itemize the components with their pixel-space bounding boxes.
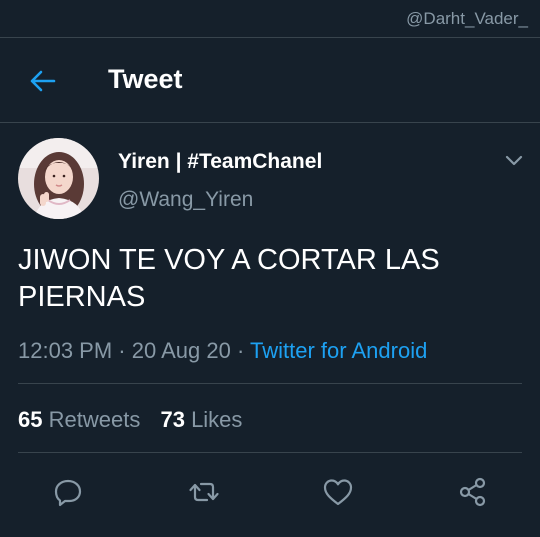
tweet-stats: 65 Retweets 73 Likes — [18, 407, 242, 433]
tweet-meta: 12:03 PM · 20 Aug 20 · Twitter for Andro… — [18, 338, 427, 364]
share-icon — [459, 477, 486, 507]
likes-count: 73 — [160, 407, 185, 432]
reply-button[interactable] — [50, 474, 86, 510]
reply-icon — [54, 479, 82, 507]
divider — [18, 452, 522, 453]
more-options-button[interactable] — [500, 150, 528, 172]
watermark-bar: @Darht_Vader_ — [0, 0, 540, 38]
retweets-count: 65 — [18, 407, 43, 432]
chevron-down-icon — [505, 155, 523, 166]
like-button[interactable] — [320, 474, 356, 510]
share-button[interactable] — [455, 474, 491, 510]
tweet-text: JIWON TE VOY A CORTAR LAS PIERNAS — [18, 244, 440, 313]
watermark-text: @Darht_Vader_ — [406, 9, 528, 28]
likes-label: Likes — [191, 407, 243, 432]
arrow-left-icon — [30, 70, 56, 92]
retweets-label: Retweets — [48, 407, 141, 432]
tweet-date: 20 Aug 20 — [131, 338, 231, 363]
top-bar: Tweet — [0, 38, 540, 123]
meta-separator: · — [236, 338, 245, 363]
avatar[interactable] — [18, 138, 99, 219]
likes-stat[interactable]: 73 Likes — [160, 407, 242, 433]
tweet-time: 12:03 PM — [18, 338, 113, 363]
avatar-image — [18, 138, 99, 219]
heart-icon — [323, 479, 353, 506]
page-title: Tweet — [108, 64, 183, 94]
display-name[interactable]: Yiren | #TeamChanel — [118, 150, 322, 174]
retweet-button[interactable] — [186, 474, 222, 510]
meta-separator: · — [118, 338, 126, 363]
user-handle[interactable]: @Wang_Yiren — [118, 188, 253, 212]
back-button[interactable] — [24, 66, 58, 96]
retweets-stat[interactable]: 65 Retweets — [18, 407, 140, 433]
tweet-source-link[interactable]: Twitter for Android — [250, 338, 427, 363]
divider — [18, 383, 522, 384]
retweet-icon — [189, 482, 219, 502]
